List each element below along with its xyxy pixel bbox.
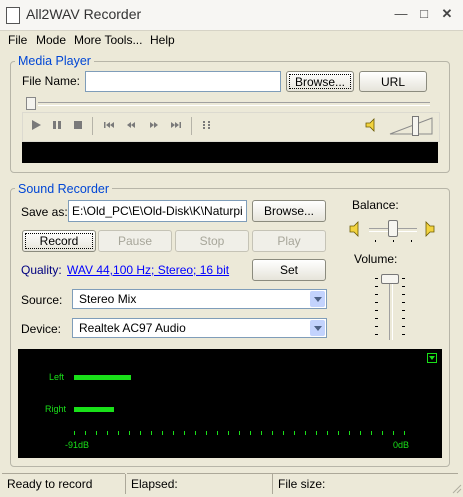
file-name-input[interactable]	[85, 71, 281, 92]
divider	[191, 117, 192, 135]
url-button[interactable]: URL	[359, 71, 427, 92]
quality-label: Quality:	[21, 263, 62, 277]
window-title: All2WAV Recorder	[26, 6, 142, 22]
source-select[interactable]: Stereo Mix	[72, 289, 327, 309]
speaker-icon[interactable]	[364, 117, 380, 133]
quality-link[interactable]: WAV 44,100 Hz; Stereo; 16 bit	[67, 263, 229, 277]
level-meter: Left Right -91dB 0dB	[18, 349, 442, 458]
balance-label: Balance:	[352, 198, 399, 212]
meter-min-label: -91dB	[65, 440, 90, 450]
meter-max-label: 0dB	[393, 440, 410, 450]
file-name-label: File Name:	[22, 74, 81, 88]
play-icon[interactable]	[29, 119, 43, 133]
seek-bar[interactable]	[22, 96, 438, 110]
close-icon[interactable]: ✕	[437, 5, 457, 23]
player-volume-thumb[interactable]	[412, 116, 419, 136]
balance-slider[interactable]	[369, 220, 417, 242]
meter-scale	[74, 431, 406, 435]
app-icon	[6, 7, 20, 24]
fast-forward-icon[interactable]	[147, 119, 161, 133]
media-player-group-label: Media Player	[15, 54, 94, 68]
chevron-down-icon[interactable]	[310, 291, 325, 307]
status-file-size: File size:	[274, 473, 458, 496]
menu-more-tools[interactable]: More Tools...	[74, 33, 142, 47]
stop-icon[interactable]	[71, 119, 85, 133]
meter-menu-icon[interactable]	[427, 353, 437, 363]
speaker-right-icon	[421, 220, 437, 238]
media-display	[22, 142, 438, 163]
status-elapsed: Elapsed:	[127, 473, 275, 496]
save-as-input[interactable]: E:\Old_PC\E\Old-Disk\K\Naturpi	[68, 200, 247, 222]
pause-icon[interactable]	[50, 119, 64, 133]
meter-right-bar	[74, 407, 114, 412]
stop-button[interactable]: Stop	[175, 230, 249, 252]
divider	[92, 117, 93, 135]
meter-right-label: Right	[45, 404, 67, 414]
device-select[interactable]: Realtek AC97 Audio	[72, 318, 327, 338]
menu-help[interactable]: Help	[150, 33, 175, 47]
media-browse-button[interactable]: Browse...	[286, 71, 354, 92]
set-quality-button[interactable]: Set	[252, 259, 326, 281]
device-select-value: Realtek AC97 Audio	[79, 321, 186, 335]
sound-recorder-group-label: Sound Recorder	[15, 182, 113, 196]
source-label: Source:	[21, 293, 63, 307]
player-volume-slider[interactable]	[388, 116, 434, 136]
volume-slider[interactable]	[370, 272, 410, 342]
play-button[interactable]: Play	[252, 230, 326, 252]
seek-thumb[interactable]	[26, 97, 36, 110]
chevron-down-icon[interactable]	[310, 320, 325, 336]
record-button[interactable]: Record	[22, 230, 96, 252]
skip-end-icon[interactable]	[169, 119, 183, 133]
minimize-icon[interactable]: —	[391, 5, 411, 23]
meter-left-label: Left	[49, 372, 65, 382]
menu-bar: File Mode More Tools... Help	[0, 30, 463, 50]
menu-file[interactable]: File	[8, 33, 27, 47]
pause-button[interactable]: Pause	[98, 230, 172, 252]
balance-thumb[interactable]	[388, 220, 398, 237]
device-label: Device:	[21, 322, 62, 336]
skip-start-icon[interactable]	[102, 119, 116, 133]
menu-mode[interactable]: Mode	[36, 33, 66, 47]
save-as-label: Save as:	[21, 205, 68, 219]
maximize-icon[interactable]: □	[414, 5, 434, 23]
recorder-browse-button[interactable]: Browse...	[252, 200, 326, 222]
title-bar: All2WAV Recorder — □ ✕	[0, 0, 463, 31]
rewind-icon[interactable]	[124, 119, 138, 133]
meter-left-bar	[74, 375, 131, 380]
volume-thumb[interactable]	[381, 274, 399, 284]
resize-grip-icon[interactable]	[450, 482, 462, 494]
source-select-value: Stereo Mix	[79, 292, 137, 306]
volume-label: Volume:	[354, 252, 398, 266]
status-state: Ready to record	[2, 473, 125, 496]
playlist-icon[interactable]	[200, 119, 214, 133]
speaker-left-icon	[347, 220, 363, 238]
